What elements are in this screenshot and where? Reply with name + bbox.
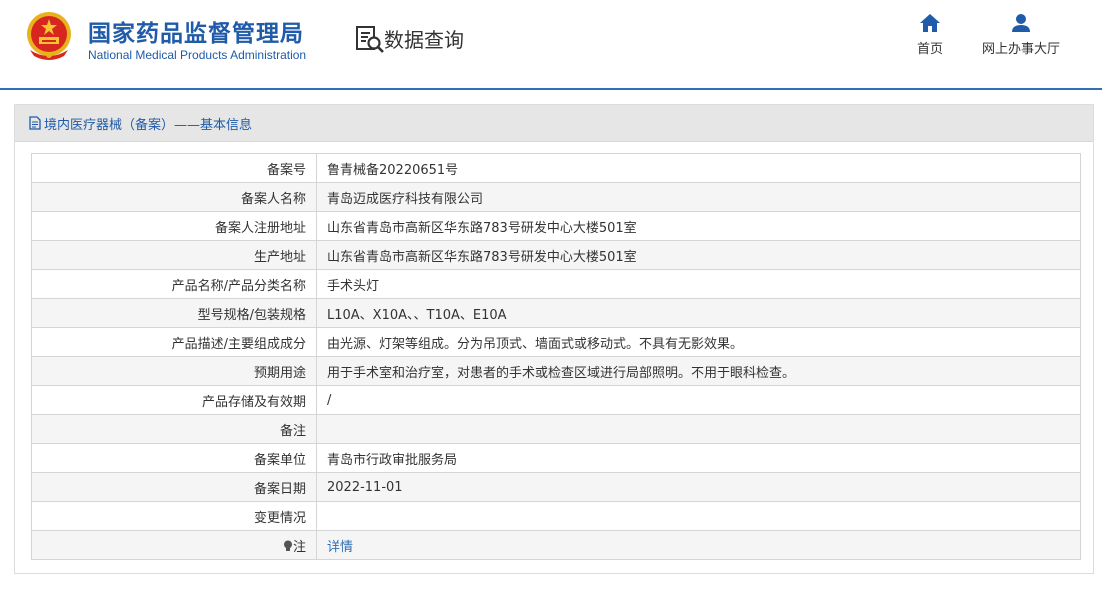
table-row: 备案单位 青岛市行政审批服务局 [31, 443, 1081, 473]
table-row: 型号规格/包装规格 L10A、X10A、、T10A、E10A [31, 298, 1081, 328]
table-row: 产品存储及有效期 / [31, 385, 1081, 415]
header-divider [0, 88, 1102, 90]
row-value: 手术头灯 [316, 269, 1081, 299]
note-label-cell: 注 [31, 530, 317, 560]
row-value: 青岛市行政审批服务局 [316, 443, 1081, 473]
table-row: 备案号 鲁青械备20220651号 [31, 153, 1081, 183]
row-label: 产品描述/主要组成成分 [31, 327, 317, 357]
national-emblem-icon [27, 12, 71, 60]
row-value [316, 414, 1081, 444]
nav-online-hall-button[interactable]: 网上办事大厅 [978, 14, 1064, 57]
table-row: 备注 [31, 414, 1081, 444]
note-label: 注 [292, 539, 306, 555]
nav-home-button[interactable]: 首页 [910, 14, 950, 57]
panel-title: 境内医疗器械（备案）——基本信息 [44, 117, 253, 133]
row-label: 预期用途 [31, 356, 317, 386]
row-value: 2022-11-01 [316, 472, 1081, 502]
detail-link[interactable]: 详情 [327, 540, 353, 555]
nav-online-hall-label: 网上办事大厅 [981, 42, 1060, 57]
table-row: 产品名称/产品分类名称 手术头灯 [31, 269, 1081, 299]
nav-home-label: 首页 [916, 42, 943, 57]
row-label: 产品存储及有效期 [31, 385, 317, 415]
row-value: 山东省青岛市高新区华东路783号研发中心大楼501室 [316, 211, 1081, 241]
row-value: 用于手术室和治疗室，对患者的手术或检查区域进行局部照明。不用于眼科检查。 [316, 356, 1081, 386]
lightbulb-icon [283, 540, 292, 551]
page-title: 数据查询 [384, 28, 464, 52]
row-label: 备案人名称 [31, 182, 317, 212]
document-icon [29, 116, 41, 130]
table-row: 生产地址 山东省青岛市高新区华东路783号研发中心大楼501室 [31, 240, 1081, 270]
org-name-cn: 国家药品监督管理局 [88, 21, 304, 47]
note-value-cell: 详情 [316, 530, 1081, 560]
org-name-en: National Medical Products Administration [88, 48, 307, 62]
row-label: 备案人注册地址 [31, 211, 317, 241]
table-row: 预期用途 用于手术室和治疗室，对患者的手术或检查区域进行局部照明。不用于眼科检查。 [31, 356, 1081, 386]
row-value: 山东省青岛市高新区华东路783号研发中心大楼501室 [316, 240, 1081, 270]
row-value [316, 501, 1081, 531]
panel-header: 境内医疗器械（备案）——基本信息 [15, 105, 1093, 142]
row-label: 备注 [31, 414, 317, 444]
row-value: 由光源、灯架等组成。分为吊顶式、墙面式或移动式。不具有无影效果。 [316, 327, 1081, 357]
row-value: L10A、X10A、、T10A、E10A [316, 298, 1081, 328]
site-header: 国家药品监督管理局 National Medical Products Admi… [0, 0, 1102, 88]
table-row: 变更情况 [31, 501, 1081, 531]
info-table: 备案号 鲁青械备20220651号 备案人名称 青岛迈成医疗科技有限公司 备案人注册… [31, 153, 1081, 560]
basic-info-panel: 境内医疗器械（备案）——基本信息 备案号 鲁青械备20220651号 备案人名称青… [14, 104, 1094, 574]
row-value: 鲁青械备20220651号 [316, 153, 1081, 183]
row-label: 备案日期 [31, 472, 317, 502]
table-row: 备案日期 2022-11-01 [31, 472, 1081, 502]
table-row: 产品描述/主要组成成分 由光源、灯架等组成。分为吊顶式、墙面式或移动式。不具有无影… [31, 327, 1081, 357]
home-icon [920, 14, 940, 32]
document-search-icon [356, 26, 384, 53]
row-value: / [316, 385, 1081, 415]
row-label: 产品名称/产品分类名称 [31, 269, 317, 299]
table-row-note: 注 详情 [31, 530, 1081, 560]
table-row: 备案人注册地址 山东省青岛市高新区华东路783号研发中心大楼501室 [31, 211, 1081, 241]
user-icon [1012, 14, 1030, 32]
row-label: 生产地址 [31, 240, 317, 270]
row-label: 变更情况 [31, 501, 317, 531]
table-row: 备案人名称 青岛迈成医疗科技有限公司 [31, 182, 1081, 212]
row-label: 备案号 [31, 153, 317, 183]
row-label: 型号规格/包装规格 [31, 298, 317, 328]
row-value: 青岛迈成医疗科技有限公司 [316, 182, 1081, 212]
row-label: 备案单位 [31, 443, 317, 473]
